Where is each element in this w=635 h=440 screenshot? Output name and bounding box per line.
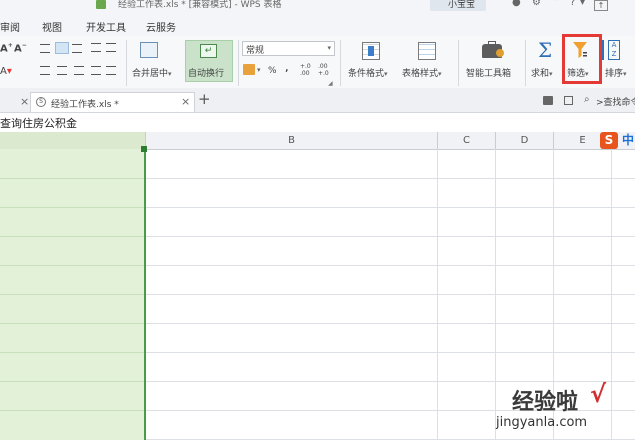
new-tab-button[interactable]: + — [198, 90, 211, 108]
help-icon[interactable]: ? — [570, 0, 575, 8]
wps-doc-icon — [96, 0, 106, 9]
increase-decimal-button[interactable]: +.0 .00 — [300, 63, 316, 77]
sheet-file-icon: S — [36, 97, 46, 107]
window-restore-icon[interactable] — [564, 96, 573, 105]
percent-button[interactable]: % — [268, 66, 277, 76]
column-headers: B C D E — [0, 132, 635, 150]
formula-content[interactable]: 查询住房公积金 — [0, 115, 77, 131]
sum-button[interactable]: 求和▾ — [531, 66, 553, 79]
menu-view[interactable]: 视图 — [42, 19, 62, 34]
chevron-down-icon: ▾ — [327, 44, 331, 52]
wrap-text-label: 自动换行 — [188, 69, 225, 79]
ime-mode-indicator[interactable]: 中 — [622, 132, 634, 149]
watermark-text: 经验啦 — [512, 390, 579, 415]
column-header-c[interactable]: C — [438, 132, 496, 149]
ribbon-separator — [238, 40, 239, 86]
ribbon-separator — [340, 40, 341, 86]
column-header-d[interactable]: D — [496, 132, 554, 149]
ribbon-separator — [525, 40, 526, 86]
formula-bar[interactable]: 查询住房公积金 — [0, 113, 635, 133]
number-format-launcher-icon[interactable]: ◢ — [328, 80, 333, 87]
sort-icon[interactable]: AZ — [608, 40, 620, 60]
merge-center-button[interactable]: 合并居中▾ — [132, 66, 172, 79]
share-icon[interactable] — [543, 96, 553, 105]
watermark-check-icon: √ — [590, 380, 607, 408]
toolbox-icon[interactable] — [482, 41, 504, 58]
minimize-ribbon-icon[interactable]: ⌃ — [552, 0, 560, 8]
currency-dropdown-icon[interactable]: ▾ — [257, 66, 261, 74]
font-color-button[interactable]: A▾ — [0, 66, 12, 77]
font-shrink-button[interactable]: A− — [14, 42, 27, 54]
menu-cloud[interactable]: 云服务 — [146, 19, 176, 34]
merge-center-icon[interactable] — [140, 42, 158, 58]
currency-icon[interactable] — [243, 64, 255, 75]
close-icon[interactable]: × — [181, 95, 190, 108]
help-dropdown-icon[interactable]: ▾ — [580, 0, 585, 8]
ribbon-separator — [126, 40, 127, 86]
sum-icon[interactable]: Σ — [538, 38, 552, 62]
table-style-button[interactable]: 表格样式▾ — [402, 66, 442, 79]
conditional-format-button[interactable]: 条件格式▾ — [348, 66, 388, 79]
column-header-a[interactable] — [0, 132, 146, 149]
decrease-decimal-button[interactable]: .00 +.0 — [318, 63, 334, 77]
watermark-url: jingyanla.com — [496, 415, 588, 430]
sort-bar-icon — [602, 40, 606, 60]
window-title: 经验工作表.xls * [兼容模式] - WPS 表格 — [118, 0, 282, 10]
conditional-format-icon[interactable] — [362, 42, 380, 60]
number-format-select[interactable]: 常规 ▾ — [242, 41, 335, 56]
column-header-b[interactable]: B — [146, 132, 438, 149]
smart-toolbox-button[interactable]: 智能工具箱 — [466, 66, 511, 79]
filter-highlight-box — [562, 34, 602, 84]
comma-button[interactable]: ‚ — [285, 64, 288, 74]
user-account[interactable]: 小宝宝 — [430, 0, 486, 11]
menu-bar: 审阅 视图 开发工具 云服务 — [0, 14, 635, 36]
fill-handle[interactable] — [141, 146, 147, 152]
wrap-text-icon: ↵ — [200, 44, 217, 58]
table-style-icon[interactable] — [418, 42, 436, 60]
number-format-value: 常规 — [246, 46, 265, 56]
selected-column-a[interactable] — [0, 149, 146, 440]
skin-icon[interactable]: ● — [512, 0, 521, 8]
command-search-input[interactable]: >查找命令 — [596, 95, 635, 108]
font-grow-button[interactable]: A+ — [0, 42, 13, 54]
ribbon-separator — [458, 40, 459, 86]
search-icon[interactable]: ⌕ — [584, 94, 590, 105]
align-middle-icon[interactable] — [55, 42, 69, 54]
document-tab-title: 经验工作表.xls * — [51, 100, 119, 110]
title-bar: 经验工作表.xls * [兼容模式] - WPS 表格 小宝宝 ● ⚙ ⌃ ? … — [0, 0, 635, 14]
document-tab[interactable]: S 经验工作表.xls * × — [30, 92, 195, 112]
menu-developer[interactable]: 开发工具 — [86, 19, 126, 34]
menu-review[interactable]: 审阅 — [0, 19, 20, 34]
upload-icon[interactable]: ↑ — [594, 0, 608, 11]
close-tab-icon[interactable]: × — [20, 95, 29, 108]
settings-icon[interactable]: ⚙ — [532, 0, 541, 8]
sort-button[interactable]: 排序▾ — [605, 66, 627, 79]
sogou-ime-logo-icon[interactable]: S — [600, 132, 618, 149]
